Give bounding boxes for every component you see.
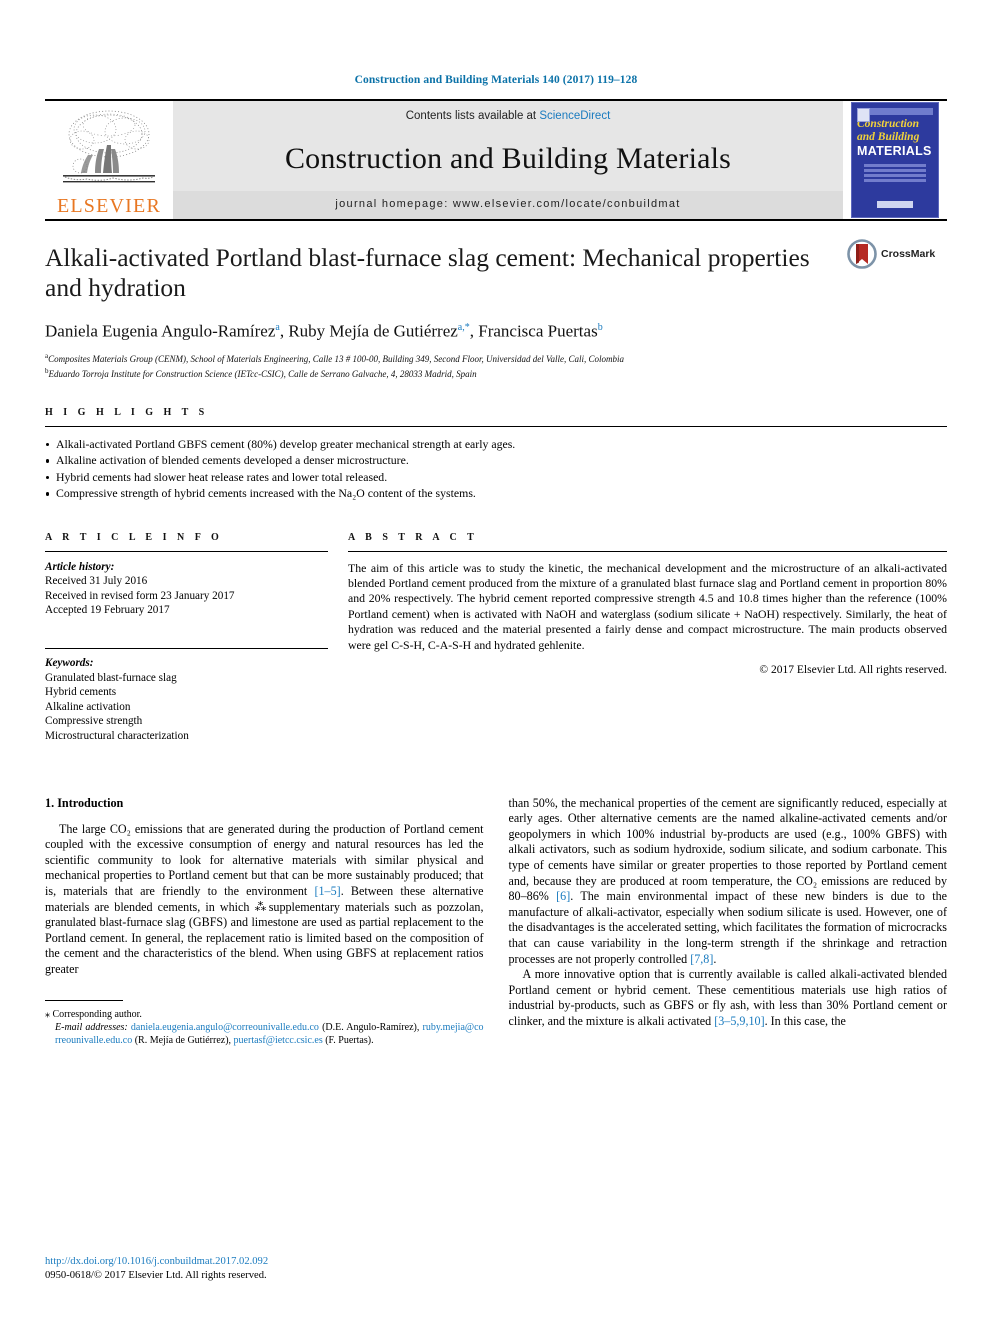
highlights-section: H I G H L I G H T S Alkali-activated Por… <box>45 407 947 502</box>
paragraph-text: . The main environmental impact of these… <box>508 889 948 966</box>
cover-publisher-mark-icon <box>857 108 870 122</box>
email-link[interactable]: puertasf@ietcc.csic.es <box>234 1035 323 1046</box>
keywords-label: Keywords: <box>45 657 94 670</box>
highlights-list: Alkali-activated Portland GBFS cement (8… <box>45 427 947 502</box>
crossmark-badge[interactable]: CrossMark <box>847 239 947 269</box>
affiliation-text: Composites Materials Group (CENM), Schoo… <box>48 353 624 364</box>
journal-homepage-link[interactable]: journal homepage: www.elsevier.com/locat… <box>173 191 843 219</box>
citation-ref[interactable]: [6] <box>556 889 570 903</box>
history-item: Received 31 July 2016 <box>45 575 148 588</box>
journal-title: Construction and Building Materials <box>284 141 732 175</box>
corresponding-author-note: ⁎ Corresponding author. <box>45 1008 142 1020</box>
highlights-heading: H I G H L I G H T S <box>45 406 209 418</box>
abstract-heading: A B S T R A C T <box>348 531 478 543</box>
author-name: Francisca Puertas <box>478 321 598 341</box>
paragraph: A more innovative option that is current… <box>509 967 948 1029</box>
list-item: Compressive strength of hybrid cements i… <box>45 485 947 502</box>
cover-title-line-3: MATERIALS <box>857 144 932 158</box>
keyword-item: Granulated blast-furnace slag <box>45 671 177 684</box>
paragraph-text: . <box>713 951 717 966</box>
author-affil-marker[interactable]: a,* <box>458 322 470 333</box>
article-info-heading: A R T I C L E I N F O <box>45 531 223 543</box>
body-column-left: 1. Introduction The large CO₂ emissions … <box>45 796 484 1048</box>
paragraph: than 50%, the mechanical properties of t… <box>509 796 948 968</box>
cover-blurb-lines <box>857 164 933 182</box>
article-history-block: Article history: Received 31 July 2016 R… <box>45 552 328 618</box>
section-heading-introduction: 1. Introduction <box>45 795 124 810</box>
author-name: Ruby Mejía de Gutiérrez <box>288 321 458 341</box>
article-history-label: Article history: <box>45 560 115 573</box>
history-item: Received in revised form 23 January 2017 <box>45 589 235 602</box>
list-item: Alkali-activated Portland GBFS cement (8… <box>45 436 947 453</box>
email-owner: (D.E. Angulo-Ramírez), <box>318 1021 423 1033</box>
author-list: Daniela Eugenia Angulo-Ramíreza, Ruby Me… <box>45 317 947 343</box>
keyword-item: Alkaline activation <box>45 700 131 713</box>
history-item: Accepted 19 February 2017 <box>45 604 170 617</box>
email-owner: (R. Mejía de Gutiérrez), <box>132 1035 234 1047</box>
crossmark-icon <box>847 239 877 269</box>
keyword-item: Hybrid cements <box>45 686 117 699</box>
crossmark-label: CrossMark <box>881 248 936 260</box>
cover-top-bar <box>870 108 933 115</box>
paragraph-text: . In this case, the <box>764 1013 846 1028</box>
email-label: E-mail addresses: <box>55 1021 128 1033</box>
paragraph: The large CO₂ emissions that are generat… <box>45 822 484 978</box>
keyword-item: Compressive strength <box>45 715 143 728</box>
page-footer: http://dx.doi.org/10.1016/j.conbuildmat.… <box>45 1255 268 1283</box>
citation-ref[interactable]: [7,8] <box>690 952 713 966</box>
keyword-item: Microstructural characterization <box>45 730 189 742</box>
contents-lists-line: Contents lists available at ScienceDirec… <box>406 110 611 122</box>
abstract-copyright: © 2017 Elsevier Ltd. All rights reserved… <box>759 664 947 677</box>
article-header: CrossMark Alkali-activated Portland blas… <box>45 221 947 381</box>
author-name: Daniela Eugenia Angulo-Ramírez <box>45 321 276 341</box>
contents-prefix: Contents lists available at <box>405 110 540 122</box>
journal-masthead: ELSEVIER Contents lists available at Sci… <box>45 99 947 219</box>
footnote-block: ⁎ Corresponding author. E-mail addresses… <box>45 999 484 1048</box>
affiliation-item: bEduardo Torroja Institute for Construct… <box>45 365 947 381</box>
issn-copyright-line: 0950-0618/© 2017 Elsevier Ltd. All right… <box>45 1270 267 1281</box>
paragraph-text: than 50%, the mechanical properties of t… <box>508 795 948 904</box>
elsevier-tree-icon <box>63 110 155 183</box>
page-title: Alkali-activated Portland blast-furnace … <box>45 243 810 302</box>
list-item: Hybrid cements had slower heat release r… <box>45 469 947 486</box>
citation-ref[interactable]: [1–5] <box>314 884 340 898</box>
sciencedirect-link[interactable]: ScienceDirect <box>539 110 610 122</box>
affiliation-list: aComposites Materials Group (CENM), Scho… <box>45 350 947 381</box>
email-link[interactable]: daniela.eugenia.angulo@correounivalle.ed… <box>131 1022 319 1033</box>
cover-footer-mark <box>852 195 938 213</box>
doi-link[interactable]: http://dx.doi.org/10.1016/j.conbuildmat.… <box>45 1255 268 1269</box>
info-abstract-section: A R T I C L E I N F O Article history: R… <box>45 532 947 744</box>
affiliation-text: Eduardo Torroja Institute for Constructi… <box>48 369 477 380</box>
citation-ref[interactable]: [3–5,9,10] <box>714 1014 764 1028</box>
journal-cover-thumbnail[interactable]: Construction and Building MATERIALS <box>843 101 947 219</box>
keywords-block: Keywords: Granulated blast-furnace slag … <box>45 649 328 744</box>
body-column-right: than 50%, the mechanical properties of t… <box>509 796 948 1048</box>
abstract-column: A B S T R A C T The aim of this article … <box>348 532 947 744</box>
cover-title-line-2: and Building <box>857 131 920 143</box>
email-owner: (F. Puertas). <box>322 1035 374 1047</box>
journal-article-page: Construction and Building Materials 140 … <box>0 0 992 1323</box>
footnote-rule <box>45 999 123 1001</box>
email-addresses-note: E-mail addresses: daniela.eugenia.angulo… <box>45 1021 484 1048</box>
list-item: Alkaline activation of blended cements d… <box>45 452 947 469</box>
elsevier-logo: ELSEVIER <box>45 101 173 219</box>
author-sep: , <box>469 321 479 341</box>
article-info-column: A R T I C L E I N F O Article history: R… <box>45 532 328 744</box>
affiliation-item: aComposites Materials Group (CENM), Scho… <box>45 350 947 366</box>
elsevier-wordmark: ELSEVIER <box>56 195 162 217</box>
masthead-center: Contents lists available at ScienceDirec… <box>173 101 843 219</box>
abstract-text: The aim of this article was to study the… <box>348 560 947 652</box>
article-body: 1. Introduction The large CO₂ emissions … <box>45 796 947 1048</box>
cover-art: Construction and Building MATERIALS <box>851 102 939 218</box>
running-head: Construction and Building Materials 140 … <box>354 74 638 86</box>
author-affil-marker: b <box>597 322 603 333</box>
